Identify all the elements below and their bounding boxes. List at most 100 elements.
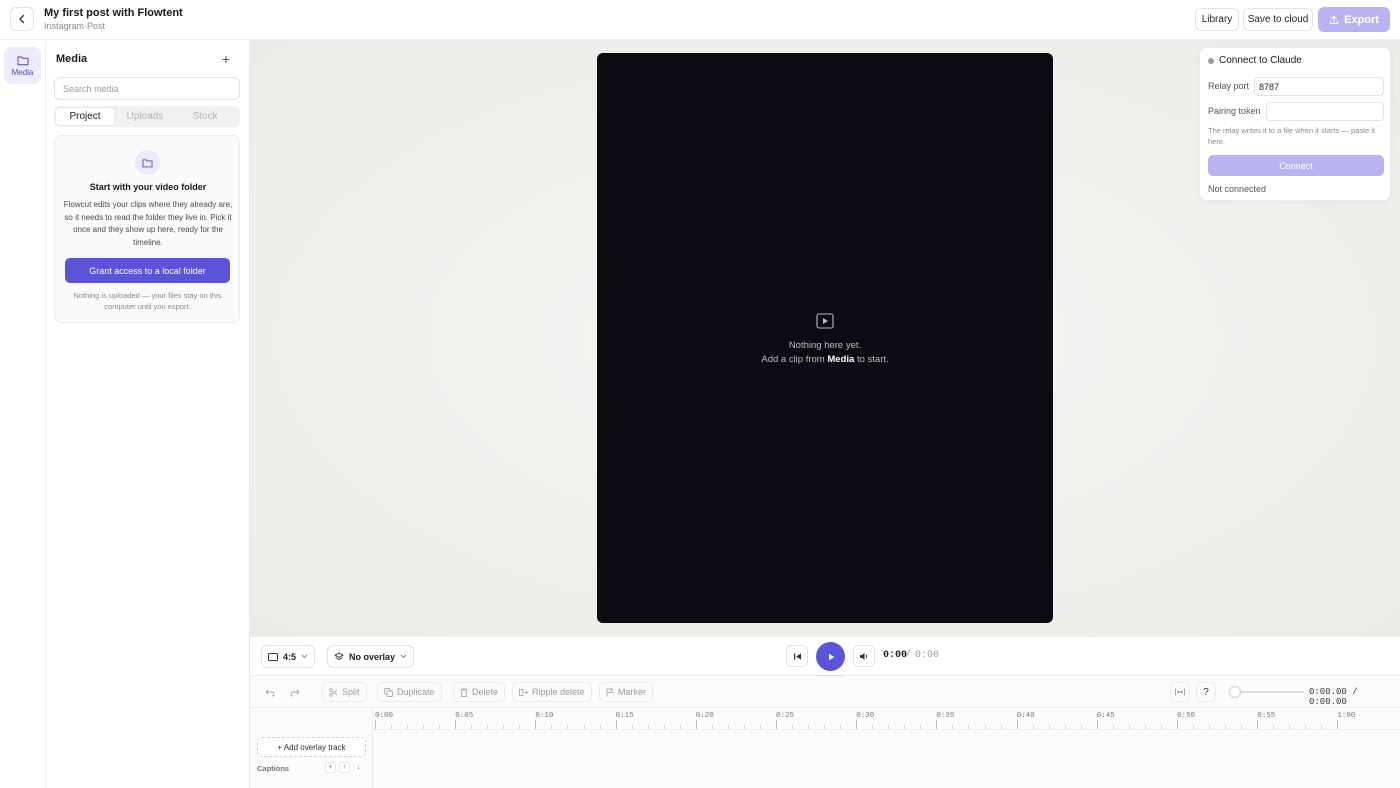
zoom-slider-track[interactable]: [1234, 691, 1304, 693]
add-overlay-track-button[interactable]: + Add overlay track: [257, 737, 366, 757]
ruler-minor-tick: [1241, 725, 1243, 729]
ruler-tick-label: 0:00: [375, 712, 394, 720]
ruler-minor-tick: [727, 725, 729, 729]
preview-empty-suffix: to start.: [856, 354, 889, 365]
ruler-minor-tick: [423, 725, 425, 729]
video-preview[interactable]: Nothing here yet. Add a clip from Media …: [597, 53, 1053, 623]
rail-item-media[interactable]: Media: [4, 47, 41, 84]
save-to-cloud-button[interactable]: Save to cloud: [1243, 8, 1313, 31]
relay-port-field[interactable]: [1254, 77, 1384, 96]
help-button[interactable]: ?: [1196, 682, 1216, 702]
project-title[interactable]: My first post with Flowtent: [44, 7, 183, 19]
redo-button[interactable]: [285, 682, 305, 702]
folder-icon: [142, 158, 153, 167]
pairing-token-field[interactable]: [1266, 102, 1384, 121]
ruler-minor-tick: [391, 725, 393, 729]
chevron-down-icon: [400, 654, 407, 659]
ruler-minor-tick: [503, 725, 505, 729]
ruler-minor-tick: [872, 725, 874, 729]
empty-state-card: Start with your video folder Flowcut edi…: [54, 135, 240, 323]
ruler-minor-tick: [840, 725, 842, 729]
ruler-tick-label: 0:30: [856, 712, 875, 720]
search-media-input[interactable]: [54, 77, 240, 100]
ruler-minor-tick: [824, 725, 826, 729]
project-subtitle: Instagram·Post: [44, 21, 106, 31]
ruler-minor-tick: [1000, 725, 1002, 729]
connect-panel-title: Connect to Claude: [1219, 55, 1302, 66]
ruler-major-tick: [776, 720, 777, 729]
marker-button[interactable]: Marker: [599, 682, 654, 702]
ruler-major-tick: [535, 720, 537, 729]
overlay-value: No overlay: [349, 651, 396, 662]
undo-button[interactable]: [260, 682, 280, 702]
aspect-ratio-value: 4:5: [283, 651, 297, 662]
ruler-minor-tick: [904, 725, 906, 729]
captions-move-up-button[interactable]: ↑: [339, 762, 350, 773]
connection-status-dot: [1208, 58, 1214, 64]
library-button[interactable]: Library: [1195, 8, 1239, 31]
rail-item-label: Media: [11, 67, 34, 77]
ruler-minor-tick: [599, 725, 601, 729]
relay-port-label: Relay port: [1208, 81, 1250, 91]
ruler-minor-tick: [743, 725, 745, 729]
volume-button[interactable]: [853, 645, 875, 667]
ruler-minor-tick: [1128, 725, 1130, 729]
connect-button[interactable]: Connect: [1208, 155, 1384, 176]
ruler-minor-tick: [487, 725, 489, 729]
duplicate-label: Duplicate: [397, 687, 435, 697]
zoom-slider-thumb[interactable]: [1229, 686, 1241, 698]
ruler-minor-tick: [1305, 725, 1307, 729]
timeline: + Add overlay track Captions + ↑ ↓ 0:00 0…: [250, 708, 1400, 788]
ruler-tick-label: 0:25: [776, 712, 795, 720]
captions-add-button[interactable]: +: [325, 762, 336, 773]
captions-track-label: Captions: [257, 764, 290, 773]
ruler-minor-tick: [439, 725, 441, 729]
ruler-minor-tick: [952, 725, 954, 729]
pairing-token-label: Pairing token: [1208, 106, 1261, 116]
ruler-minor-tick: [1144, 725, 1146, 729]
track-headers: + Add overlay track Captions + ↑ ↓: [250, 708, 373, 788]
ruler-tick-label: 0:40: [1016, 712, 1035, 720]
split-button[interactable]: Split: [322, 682, 367, 702]
ruler-minor-tick: [888, 725, 890, 729]
back-button[interactable]: [10, 7, 34, 31]
ruler-tick-label: 0:45: [1096, 712, 1115, 720]
ruler-tick-label: 0:15: [615, 712, 634, 720]
video-placeholder-icon: [816, 313, 834, 332]
fit-timeline-button[interactable]: [1170, 682, 1190, 702]
ruler-tick-label: 0:10: [535, 712, 554, 720]
current-time: 0:00: [883, 650, 908, 661]
preview-empty-prefix: Add a clip from: [761, 354, 825, 365]
top-bar: My first post with Flowtent Instagram·Po…: [0, 0, 1400, 40]
ruler-minor-tick: [679, 725, 681, 729]
overlay-select[interactable]: No overlay: [327, 645, 415, 668]
ruler-major-tick: [936, 720, 938, 729]
tab-stock[interactable]: Stock: [176, 108, 234, 125]
play-button[interactable]: [816, 642, 845, 671]
aspect-ratio-select[interactable]: 4:5: [261, 645, 316, 668]
skip-back-icon: [793, 653, 801, 659]
ruler-major-tick: [375, 720, 376, 729]
add-media-icon[interactable]: +: [220, 52, 232, 66]
folder-badge: [135, 150, 160, 175]
tab-project[interactable]: Project: [56, 108, 114, 125]
skip-to-start-button[interactable]: [786, 645, 808, 667]
captions-move-down-button[interactable]: ↓: [353, 762, 364, 773]
scissors-icon: [329, 687, 338, 697]
preview-empty-media: Media: [827, 354, 855, 365]
tab-uploads[interactable]: Uploads: [116, 108, 174, 125]
ruler-minor-tick: [1112, 725, 1114, 729]
duplicate-icon: [384, 687, 393, 697]
ripple-delete-button[interactable]: Ripple delete: [512, 682, 592, 702]
duplicate-button[interactable]: Duplicate: [377, 682, 442, 702]
ruler-minor-tick: [567, 725, 569, 729]
delete-button[interactable]: Delete: [453, 682, 506, 702]
ruler-major-tick: [1257, 720, 1259, 729]
grant-folder-access-button[interactable]: Grant access to a local folder: [65, 258, 230, 283]
time-ruler[interactable]: 0:00 0:05 0:10 0:15 0:20 0:25 0:30 0:35 0:40 0:45…: [373, 708, 1400, 730]
ruler-minor-tick: [631, 725, 633, 729]
ruler-minor-tick: [551, 725, 553, 729]
split-label: Split: [342, 687, 360, 697]
export-button[interactable]: Export: [1318, 7, 1390, 32]
total-time: 0:00: [915, 650, 940, 661]
